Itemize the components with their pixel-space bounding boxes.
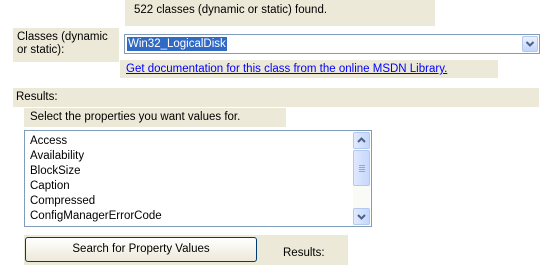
msdn-documentation-link[interactable]: Get documentation for this class from th…: [126, 63, 447, 75]
results-section-label: Results:: [16, 91, 58, 103]
classes-dropdown-value: Win32_LogicalDisk: [127, 37, 227, 51]
chevron-down-icon: [525, 41, 535, 47]
search-property-values-button[interactable]: Search for Property Values: [25, 237, 257, 262]
vertical-scrollbar[interactable]: [353, 132, 370, 225]
results-output-label: Results:: [283, 247, 325, 259]
chevron-up-icon: [357, 137, 366, 143]
dropdown-button[interactable]: [522, 36, 538, 52]
list-item[interactable]: Compressed: [30, 194, 162, 209]
classes-dropdown[interactable]: Win32_LogicalDisk: [124, 34, 540, 54]
class-count-text: 522 classes (dynamic or static) found.: [134, 4, 328, 16]
results-band: [13, 88, 539, 107]
list-item[interactable]: ConfigManagerErrorCode: [30, 209, 162, 224]
list-item[interactable]: Access: [30, 134, 162, 149]
scroll-down-button[interactable]: [353, 208, 370, 225]
classes-label: Classes (dynamic or static):: [17, 31, 108, 56]
chevron-down-icon: [357, 214, 366, 220]
scroll-up-button[interactable]: [353, 132, 370, 149]
select-properties-label: Select the properties you want values fo…: [30, 111, 241, 123]
list-item[interactable]: Caption: [30, 179, 162, 194]
list-item[interactable]: BlockSize: [30, 164, 162, 179]
scrollbar-thumb[interactable]: [353, 150, 370, 186]
properties-listbox[interactable]: Access Availability BlockSize Caption Co…: [24, 130, 372, 227]
list-item[interactable]: Availability: [30, 149, 162, 164]
